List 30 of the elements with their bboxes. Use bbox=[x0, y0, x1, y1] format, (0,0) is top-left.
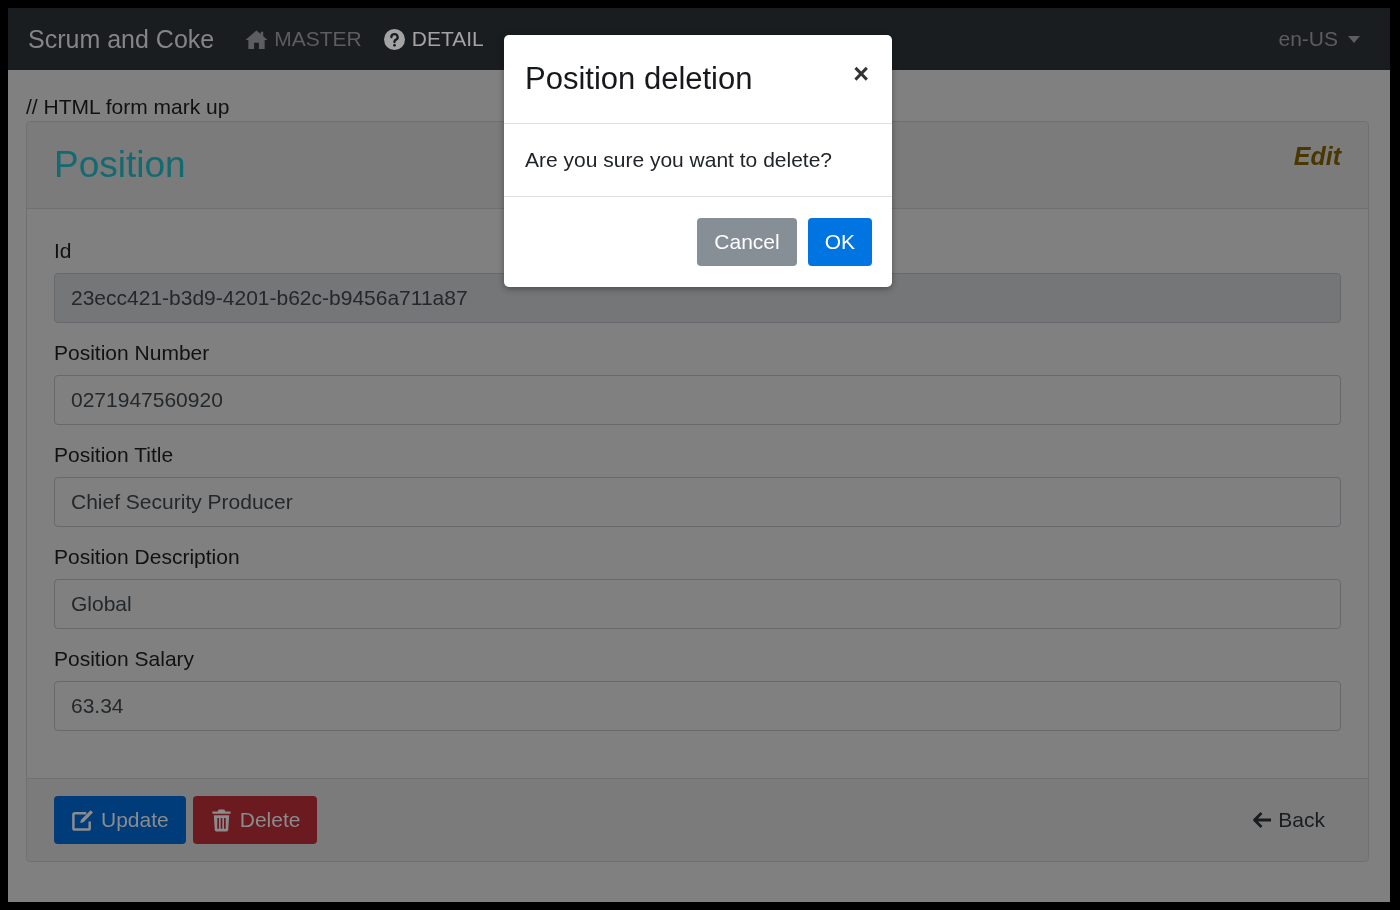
nav-link[interactable]: MASTER bbox=[245, 27, 362, 51]
ok-button[interactable]: OK bbox=[807, 218, 872, 266]
home-icon bbox=[245, 28, 269, 50]
mode-label: Edit bbox=[1293, 141, 1341, 171]
comment-text: // HTML form mark up bbox=[26, 95, 230, 119]
nav-link[interactable]: DETAIL bbox=[382, 27, 484, 51]
brand-title: Scrum and Coke bbox=[28, 24, 215, 54]
close-button[interactable]: × bbox=[851, 60, 871, 98]
input-field[interactable]: 63.34 bbox=[54, 681, 1341, 731]
arrow-left-icon bbox=[1252, 811, 1273, 829]
field-label: Id bbox=[54, 238, 72, 264]
edit-icon bbox=[71, 808, 94, 832]
delete-button[interactable]: Delete bbox=[192, 796, 318, 844]
input-field[interactable]: Chief Security Producer bbox=[54, 477, 1341, 527]
field-label: Position Description bbox=[54, 544, 240, 570]
input-field[interactable]: Global bbox=[54, 579, 1341, 629]
back-link[interactable]: Back bbox=[1252, 808, 1325, 832]
update-button[interactable]: Update bbox=[54, 796, 186, 844]
field-label: Position Title bbox=[54, 442, 174, 468]
field-label: Position Number bbox=[54, 340, 210, 366]
question-circle-icon bbox=[382, 28, 406, 50]
field-label: Position Salary bbox=[54, 646, 195, 672]
dialog-message: Are you sure you want to delete? bbox=[525, 147, 833, 173]
language-dropdown[interactable]: en-US bbox=[1278, 27, 1360, 51]
dialog-title: Position deletion bbox=[525, 61, 753, 97]
input-field[interactable]: 0271947560920 bbox=[54, 375, 1341, 425]
caret-down-icon bbox=[1348, 35, 1360, 43]
trash-icon bbox=[209, 808, 233, 832]
card-title: Position bbox=[54, 143, 186, 187]
cancel-button[interactable]: Cancel bbox=[697, 218, 797, 266]
